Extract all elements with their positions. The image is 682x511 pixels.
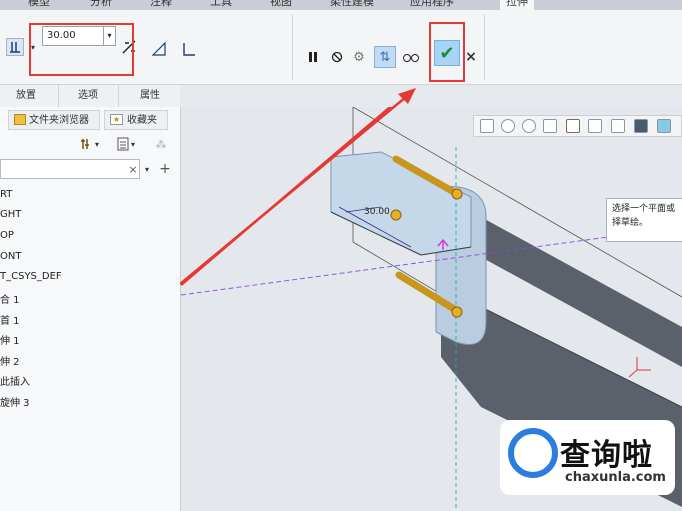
depth-blind-icon[interactable]	[6, 38, 24, 56]
thicken-sketch-icon[interactable]	[180, 40, 198, 58]
tooltip-line: 择草绘。	[612, 218, 649, 228]
tab-flexible-modeling[interactable]: 柔性建模	[330, 0, 374, 10]
reorient-icon[interactable]	[566, 119, 580, 133]
tree-item[interactable]: 旋伸 3	[0, 394, 30, 409]
zoom-out-icon[interactable]	[522, 119, 536, 133]
zoom-in-icon[interactable]	[501, 119, 515, 133]
tooltip-line: 选择一个平面或	[612, 204, 676, 214]
sketch-tooltip: 选择一个平面或 择草绘。	[606, 198, 682, 242]
tab-annotate[interactable]: 注释	[150, 0, 172, 10]
remove-material-icon[interactable]	[150, 40, 168, 58]
tree-item[interactable]: 首 1	[0, 312, 20, 327]
perspective-icon[interactable]	[634, 119, 648, 133]
tree-item[interactable]: 合 1	[0, 291, 20, 306]
search-options-chevron-icon[interactable]: ▾	[142, 160, 152, 178]
display-style-icon[interactable]	[588, 119, 602, 133]
tree-filter-icon[interactable]: ⁂	[152, 135, 170, 153]
tree-item[interactable]: 伸 2	[0, 353, 20, 368]
favorites-label: 收藏夹	[127, 115, 157, 126]
watermark-url: chaxunla.com	[565, 470, 666, 485]
tree-item[interactable]: 伸 1	[0, 332, 20, 347]
tab-properties[interactable]: 属性	[118, 85, 181, 107]
show-chevron-icon[interactable]: ▾	[128, 135, 138, 153]
tree-item[interactable]: OP	[0, 230, 14, 241]
refit-icon[interactable]	[480, 119, 494, 133]
tab-options[interactable]: 选项	[58, 85, 117, 107]
ribbon-separator	[292, 14, 293, 80]
annotation-arrow-line	[180, 91, 413, 285]
tab-placement[interactable]: 放置	[0, 85, 52, 107]
saved-views-icon[interactable]	[611, 119, 625, 133]
folder-browser-label: 文件夹浏览器	[29, 115, 89, 126]
tab-applications[interactable]: 应用程序	[410, 0, 454, 10]
verify-mode-icon[interactable]	[402, 48, 420, 66]
drag-handle	[451, 306, 463, 318]
tree-item[interactable]: ONT	[0, 251, 21, 262]
folder-icon	[14, 114, 26, 125]
tab-analysis[interactable]: 分析	[90, 0, 112, 10]
ok-highlight-box	[429, 22, 465, 82]
pause-icon[interactable]	[304, 48, 322, 66]
feature-preview-icon[interactable]: ⇅	[374, 46, 396, 68]
navigator-panel: 文件夹浏览器 收藏夹 ★ ▾ ▾ ⁂ × ▾ + RT GHT OP ONT T…	[0, 107, 181, 511]
tree-item[interactable]: T_CSYS_DEF	[0, 271, 62, 282]
clear-search-icon[interactable]: ×	[124, 160, 142, 178]
repaint-icon[interactable]	[543, 119, 557, 133]
drag-handle	[451, 188, 463, 200]
view-toolbar	[473, 115, 682, 137]
ribbon-tab-strip: 模型 分析 注释 工具 视图 柔性建模 应用程序 拉伸	[0, 0, 682, 10]
search-icon	[508, 428, 558, 478]
geometry-preview-icon[interactable]: ⚙	[350, 48, 368, 66]
annotation-overlay	[180, 88, 416, 285]
watermark-title: 查询啦	[560, 438, 653, 473]
dashboard-tabs: 放置 选项 属性	[0, 85, 180, 108]
tree-item[interactable]: 此插入	[0, 373, 30, 388]
add-filter-icon[interactable]: +	[156, 160, 174, 178]
tree-item[interactable]: GHT	[0, 209, 21, 220]
ribbon-separator	[484, 14, 485, 80]
star-icon: ★	[110, 114, 123, 125]
settings-chevron-icon[interactable]: ▾	[92, 135, 102, 153]
view-manager-icon[interactable]	[657, 119, 671, 133]
no-preview-icon[interactable]	[328, 48, 346, 66]
csys-marker	[628, 357, 651, 378]
tab-extrude[interactable]: 拉伸	[500, 0, 534, 10]
tab-tools[interactable]: 工具	[210, 0, 232, 10]
depth-highlight-box	[29, 23, 134, 76]
tab-view[interactable]: 视图	[270, 0, 292, 10]
tree-item[interactable]: RT	[0, 189, 12, 200]
tree-search-input[interactable]	[0, 159, 140, 179]
tab-model[interactable]: 模型	[28, 0, 50, 10]
